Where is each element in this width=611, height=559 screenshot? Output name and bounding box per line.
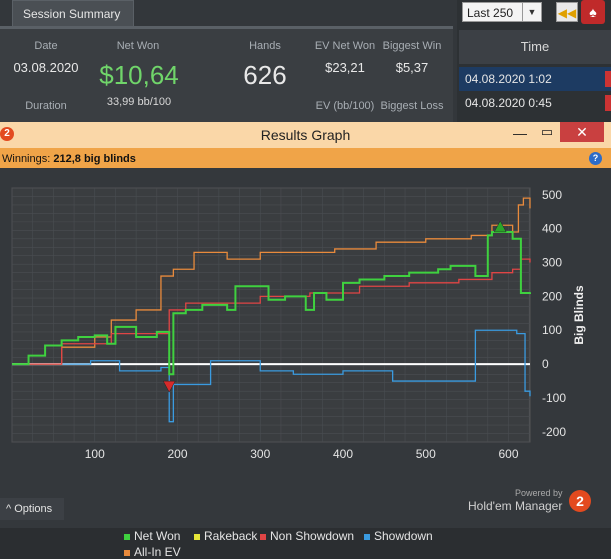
x-tick-label: 300 — [250, 447, 270, 461]
x-tick-label: 200 — [167, 447, 187, 461]
y-tick-label: 200 — [542, 289, 562, 303]
x-tick-label: 500 — [416, 447, 436, 461]
y-tick-label: 100 — [542, 323, 562, 337]
legend-swatch — [364, 533, 370, 540]
legend-swatch — [124, 549, 130, 556]
options-label: Options — [14, 503, 53, 515]
y-tick-label: 400 — [542, 222, 562, 236]
results-chart: 100 200 300 400 500 600 -200 -100 0 100 200 300 400 5… — [11, 187, 586, 461]
y-tick-label: 0 — [542, 357, 549, 371]
biggest-loss-label: Biggest Loss — [380, 100, 444, 112]
net-won-value: $10,64 — [99, 60, 179, 90]
legend-swatch — [124, 533, 130, 540]
y-tick-label: 300 — [542, 256, 562, 270]
maximize-icon: ▭ — [540, 124, 554, 139]
close-button[interactable]: ✕ — [560, 122, 604, 142]
session-row[interactable]: 04.08.2020 0:45 — [459, 91, 611, 115]
biggest-win-label: Biggest Win — [382, 40, 442, 52]
x-tick-label: 600 — [498, 447, 518, 461]
legend-swatch — [194, 533, 200, 540]
minimize-button[interactable]: — — [510, 125, 530, 143]
legend-net-won[interactable]: Net Won — [124, 529, 180, 543]
session-filter-select[interactable]: Last 250 ▼ — [462, 2, 542, 22]
legend-showdown[interactable]: Showdown — [364, 529, 433, 543]
winnings-bar: Winnings: 212,8 big blinds — [0, 150, 611, 168]
x-tick-label: 100 — [85, 447, 105, 461]
net-won-label: Net Won — [116, 40, 160, 52]
graph-area: 100 200 300 400 500 600 -200 -100 0 100 200 300 400 5… — [0, 168, 611, 559]
chevron-up-icon: ^ — [6, 503, 12, 515]
minimize-icon: — — [513, 125, 527, 141]
y-tick-label: -100 — [542, 391, 566, 405]
date-label: Date — [34, 40, 58, 52]
biggest-win-value: $5,37 — [395, 60, 429, 75]
net-won-bb: 33,99 bb/100 — [106, 96, 172, 108]
rewind-button[interactable]: ◀◀ — [556, 2, 578, 22]
x-tick-label: 400 — [333, 447, 353, 461]
brand-name: Hold'em Manager — [468, 499, 563, 513]
close-icon: ✕ — [576, 124, 588, 140]
ev-bb-label: EV (bb/100) — [315, 100, 375, 112]
maximize-button[interactable]: ▭ — [537, 124, 557, 142]
legend-label: Rakeback — [204, 529, 258, 543]
session-row[interactable]: 04.08.2020 1:02 — [459, 67, 611, 91]
hands-value: 626 — [243, 60, 287, 90]
tab-session-summary[interactable]: Session Summary — [12, 0, 134, 26]
poker-cards-button[interactable]: ♠ — [581, 0, 605, 24]
legend-label: All-In EV — [134, 545, 181, 559]
legend-label: Net Won — [134, 529, 181, 543]
help-icon[interactable]: ? — [589, 152, 602, 165]
powered-by-label: Powered by — [515, 488, 563, 498]
ev-net-won-label: EV Net Won — [314, 40, 376, 52]
y-tick-label: 500 — [542, 188, 562, 202]
cards-icon: ♠ — [589, 4, 597, 20]
chevron-down-icon[interactable]: ▼ — [522, 3, 541, 21]
legend-label: Showdown — [374, 529, 433, 543]
rewind-icon: ◀◀ — [557, 6, 577, 20]
legend-label: Non Showdown — [270, 529, 355, 543]
time-column-header[interactable]: Time — [459, 30, 611, 64]
winnings-value: 212,8 big blinds — [53, 153, 136, 165]
legend-all-in-ev[interactable]: All-In EV — [124, 545, 181, 559]
y-tick-label: -200 — [542, 425, 566, 439]
ev-net-won-value: $23,21 — [325, 60, 365, 75]
legend-non-showdown[interactable]: Non Showdown — [260, 529, 354, 543]
row-edge-indicator — [605, 95, 611, 111]
legend-swatch — [260, 533, 266, 540]
brand-logo-icon: 2 — [569, 490, 591, 512]
duration-label: Duration — [25, 100, 67, 112]
legend-rakeback[interactable]: Rakeback — [194, 529, 257, 543]
hands-label: Hands — [249, 40, 281, 52]
results-graph-window: 2 Results Graph — ▭ ✕ Winnings: 212,8 bi… — [0, 122, 611, 559]
options-button[interactable]: ^ Options — [0, 498, 64, 520]
date-value: 03.08.2020 — [13, 60, 79, 75]
row-edge-indicator — [605, 71, 611, 87]
y-axis-label: Big Blinds — [572, 285, 586, 345]
winnings-label: Winnings: — [2, 153, 51, 165]
session-filter-value: Last 250 — [467, 6, 514, 20]
